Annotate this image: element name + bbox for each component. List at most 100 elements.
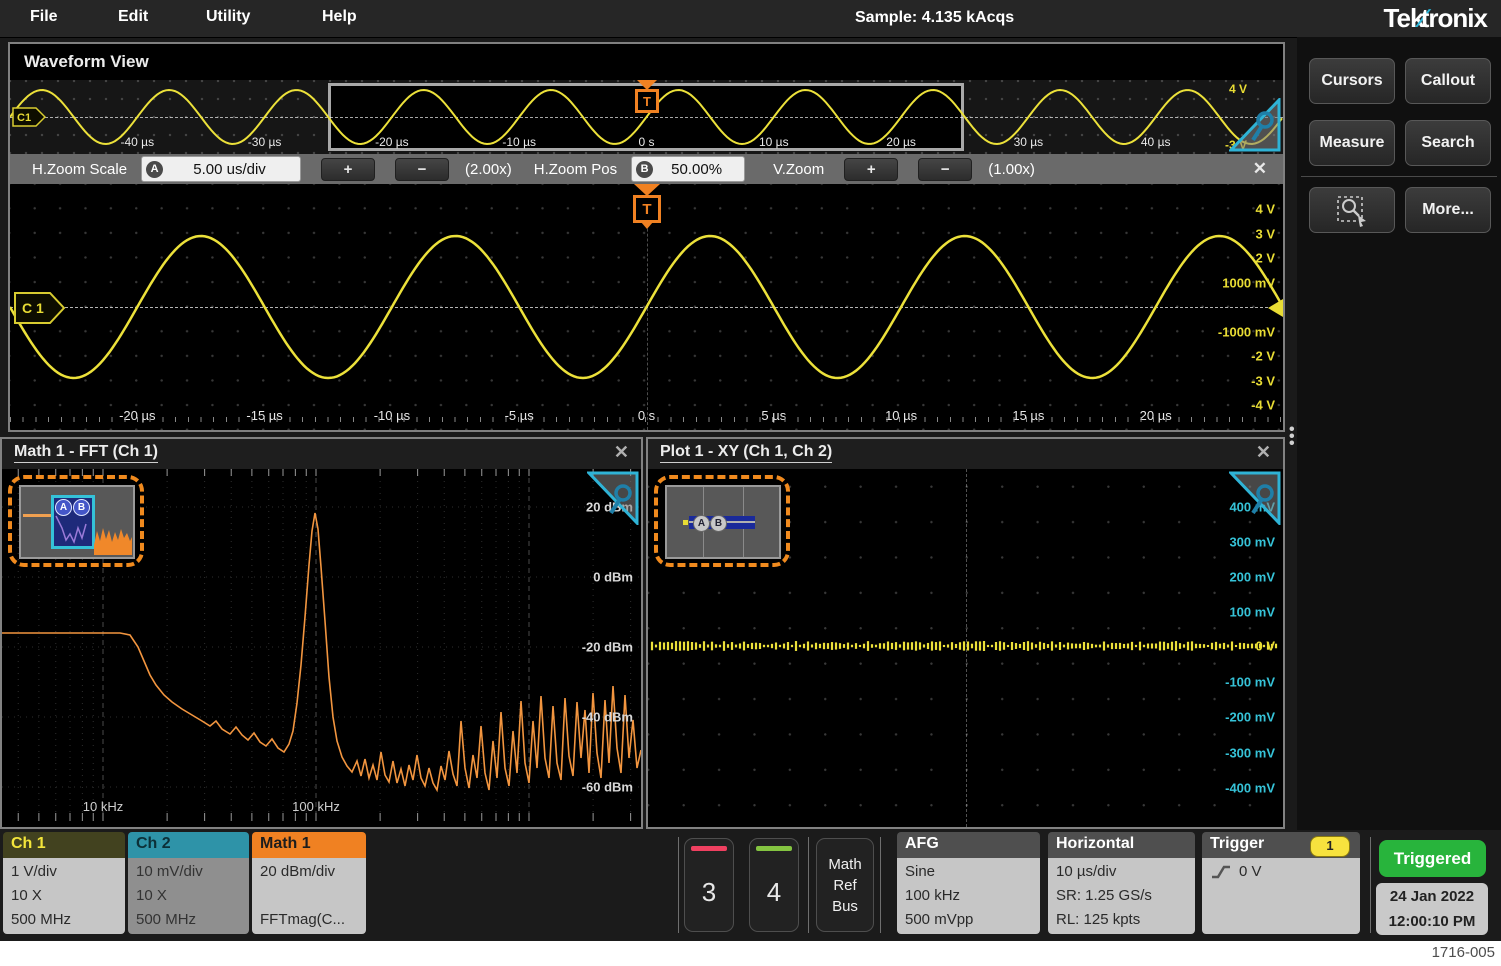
horizontal-badge-header: Horizontal — [1048, 832, 1195, 858]
bottombar-divider — [678, 837, 679, 933]
xy-close-button[interactable]: ✕ — [1256, 442, 1271, 463]
fft-plot-area[interactable]: 20 dBm 0 dBm -20 dBm -40 dBm -60 dBm 10 … — [2, 469, 641, 827]
mrb-line: Math — [828, 854, 861, 875]
trigger-marker-overview[interactable]: T — [635, 80, 659, 113]
ch3-number: 3 — [685, 877, 733, 908]
zoom-select-button[interactable] — [1309, 187, 1395, 233]
main-ytick: 3 V — [1255, 227, 1275, 242]
trigger-status-badge: Triggered — [1379, 840, 1486, 877]
trigger-marker-main[interactable]: T — [633, 184, 661, 229]
xy-zoom-handle-icon[interactable] — [1229, 471, 1281, 525]
afg-frequency: 100 kHz — [905, 884, 1032, 908]
ch1-probe: 10 X — [11, 884, 117, 908]
waveform-view-panel: Waveform View C1 T -40 µs -30 µs -20 µs … — [8, 42, 1285, 432]
channel1-badge-small[interactable]: C1 — [12, 107, 46, 127]
fft-close-button[interactable]: ✕ — [614, 442, 629, 463]
fft-ytick: -40 dBm — [582, 710, 633, 725]
menu-utility[interactable]: Utility — [206, 8, 250, 26]
thumb-cursor-a-badge[interactable]: A — [693, 515, 710, 532]
channel4-button[interactable]: 4 — [749, 838, 799, 932]
ch4-color-bar — [756, 846, 792, 851]
overview-ylabel-top: 4 V — [1229, 82, 1247, 96]
svg-text:C 1: C 1 — [22, 300, 44, 316]
thumb-cursor-b-badge[interactable]: B — [73, 499, 90, 516]
zoom-close-button[interactable]: ✕ — [1253, 159, 1267, 179]
trigger-badge-button[interactable]: Trigger 1 0 V — [1202, 832, 1360, 934]
xy-ytick: -200 mV — [1225, 710, 1275, 725]
overview-xtick: 10 µs — [759, 135, 789, 149]
vzoom-minus-button[interactable]: − — [918, 158, 972, 181]
oscilloscope-app: File Edit Utility Help Sample: 4.135 kAc… — [0, 0, 1501, 941]
xy-panel-title[interactable]: Plot 1 - XY (Ch 1, Ch 2) — [660, 443, 832, 463]
xy-plot-area[interactable]: 400 mV 300 mV 200 mV 100 mV 0 V -100 mV … — [648, 469, 1283, 827]
trigger-badge-header: Trigger 1 — [1202, 832, 1360, 858]
menu-bar: File Edit Utility Help Sample: 4.135 kAc… — [0, 0, 1501, 38]
ch2-probe: 10 X — [136, 884, 241, 908]
trigger-source-badge: 1 — [1310, 836, 1350, 857]
afg-amplitude: 500 mVpp — [905, 908, 1032, 932]
menu-help[interactable]: Help — [322, 8, 357, 26]
math1-badge-button[interactable]: Math 1 20 dBm/div FFTmag(C... — [252, 832, 366, 934]
figure-number: 1716-005 — [1432, 944, 1495, 961]
math-ref-bus-button[interactable]: Math Ref Bus — [816, 838, 874, 932]
fft-preview-thumbnail[interactable]: A B — [8, 475, 144, 567]
channel1-badge[interactable]: C 1 — [14, 292, 66, 324]
panel-resize-grip[interactable]: ••• — [1289, 426, 1295, 447]
horizontal-scale: 10 µs/div — [1056, 860, 1187, 884]
search-button[interactable]: Search — [1405, 120, 1491, 166]
main-ytick: 4 V — [1255, 202, 1275, 217]
xy-ytick: 300 mV — [1229, 535, 1275, 550]
channel1-level-arrow-icon[interactable] — [1268, 299, 1283, 317]
vzoom-label: V.Zoom — [773, 161, 824, 178]
fft-panel-title[interactable]: Math 1 - FFT (Ch 1) — [14, 443, 158, 463]
overview-zoom-handle-icon[interactable] — [1229, 98, 1281, 152]
xy-preview-thumbnail[interactable]: A B — [654, 475, 790, 567]
channel3-button[interactable]: 3 — [684, 838, 734, 932]
main-axis-ticks — [10, 417, 1283, 422]
overview-xtick: -30 µs — [248, 135, 282, 149]
menu-file[interactable]: File — [30, 8, 58, 26]
math1-badge-header: Math 1 — [252, 832, 366, 858]
more-button[interactable]: More... — [1405, 187, 1491, 233]
thumb-noise-blob — [94, 523, 132, 555]
hzoom-plus-button[interactable]: + — [321, 158, 375, 181]
channel1-badge-button[interactable]: Ch 1 1 V/div 10 X 500 MHz — [3, 832, 125, 934]
overview-xtick: 20 µs — [886, 135, 916, 149]
trigger-badge-title: Trigger — [1210, 835, 1264, 852]
afg-waveform: Sine — [905, 860, 1032, 884]
fft-zoom-handle-icon[interactable] — [587, 471, 639, 525]
thumb-cursor-b-badge[interactable]: B — [710, 515, 727, 532]
fft-panel: Math 1 - FFT (Ch 1) ✕ 20 dBm 0 dBm -20 d… — [0, 437, 643, 829]
afg-badge-button[interactable]: AFG Sine 100 kHz 500 mVpp — [897, 832, 1040, 934]
ch3-color-bar — [691, 846, 727, 851]
measure-button[interactable]: Measure — [1309, 120, 1395, 166]
channel2-badge-button[interactable]: Ch 2 10 mV/div 10 X 500 MHz — [128, 832, 249, 934]
math1-scale: 20 dBm/div — [260, 860, 358, 884]
hzoom-scale-input[interactable]: A 5.00 us/div — [141, 156, 301, 182]
settings-bar: Ch 1 1 V/div 10 X 500 MHz Ch 2 10 mV/div… — [0, 830, 1501, 941]
knob-b-badge: B — [636, 161, 653, 178]
main-waveform-plot[interactable]: T C 1 4 V 3 V 2 V 1000 mV -1000 mV -2 V … — [10, 184, 1283, 430]
callout-button[interactable]: Callout — [1405, 58, 1491, 104]
main-ytick: 1000 mV — [1222, 276, 1275, 291]
fft-ytick: -60 dBm — [582, 780, 633, 795]
thumb-cursor-a-badge[interactable]: A — [55, 499, 72, 516]
hzoom-toolbar: H.Zoom Scale A 5.00 us/div + − (2.00x) H… — [10, 154, 1283, 184]
cursors-button[interactable]: Cursors — [1309, 58, 1395, 104]
horizontal-badge-button[interactable]: Horizontal 10 µs/div SR: 1.25 GS/s RL: 1… — [1048, 832, 1195, 934]
menu-edit[interactable]: Edit — [118, 8, 148, 26]
trigger-level: 0 V — [1239, 860, 1262, 884]
fft-ytick: 0 dBm — [593, 570, 633, 585]
hzoom-minus-button[interactable]: − — [395, 158, 449, 181]
xy-ytick: -100 mV — [1225, 675, 1275, 690]
xy-ytick: 100 mV — [1229, 605, 1275, 620]
ch1-scale: 1 V/div — [11, 860, 117, 884]
time: 12:00:10 PM — [1376, 909, 1488, 934]
hzoom-pos-input[interactable]: B 50.00% — [631, 156, 745, 182]
fft-thumbnail-frame: A B — [19, 485, 135, 559]
waveform-overview[interactable]: C1 T -40 µs -30 µs -20 µs -10 µs 0 s 10 … — [10, 80, 1283, 154]
fft-panel-header: Math 1 - FFT (Ch 1) ✕ — [2, 439, 641, 470]
vzoom-plus-button[interactable]: + — [844, 158, 898, 181]
math1-blank — [260, 884, 358, 908]
hzoom-scale-label: H.Zoom Scale — [32, 161, 127, 178]
